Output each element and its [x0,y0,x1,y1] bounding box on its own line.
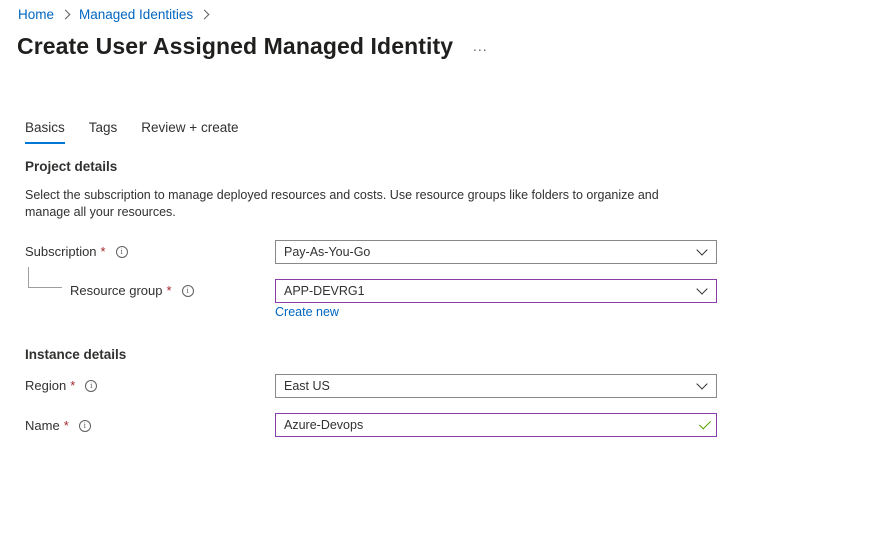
subscription-label-text: Subscription [25,244,97,259]
info-icon[interactable]: i [115,245,128,258]
tab-review-create[interactable]: Review + create [141,120,238,144]
chevron-right-icon [60,9,71,20]
resource-group-dropdown[interactable]: APP-DEVRG1 [275,279,717,303]
region-dropdown[interactable]: East US [275,374,717,398]
region-value: East US [284,379,330,393]
tab-tags[interactable]: Tags [89,120,118,144]
ellipsis-icon[interactable]: ... [473,38,488,54]
required-asterisk: * [70,378,76,393]
project-details-description: Select the subscription to manage deploy… [25,188,659,219]
chevron-right-icon [199,9,210,20]
subscription-dropdown[interactable]: Pay-As-You-Go [275,240,717,264]
region-label-text: Region [25,378,67,393]
breadcrumb: Home Managed Identities [18,7,218,22]
create-new-resource-group-link[interactable]: Create new [275,305,339,319]
chevron-down-icon [696,244,708,256]
project-details-heading: Project details [25,159,118,174]
name-label: Name * i [25,418,91,433]
page-title: Create User Assigned Managed Identity [17,33,454,59]
info-icon[interactable]: i [85,379,98,392]
tab-bar: Basics Tags Review + create [25,120,262,144]
required-asterisk: * [166,283,172,298]
breadcrumb-home[interactable]: Home [18,7,54,22]
info-icon[interactable]: i [78,419,91,432]
instance-details-heading: Instance details [25,347,127,362]
name-label-text: Name [25,418,60,433]
region-label: Region * i [25,378,98,393]
subscription-label: Subscription * i [25,244,128,259]
subscription-value: Pay-As-You-Go [284,245,371,259]
chevron-down-icon [696,283,708,295]
name-input[interactable]: Azure-Devops [275,413,717,437]
chevron-down-icon [696,378,708,390]
required-asterisk: * [100,244,106,259]
tree-connector-line [28,267,62,288]
create-managed-identity-page: Home Managed Identities Create User Assi… [0,0,893,533]
required-asterisk: * [63,418,69,433]
breadcrumb-managed-identities[interactable]: Managed Identities [79,7,193,22]
info-icon[interactable]: i [181,284,194,297]
resource-group-label-text: Resource group [70,283,163,298]
resource-group-value: APP-DEVRG1 [284,284,365,298]
resource-group-label: Resource group * i [70,283,194,298]
name-value: Azure-Devops [284,418,364,432]
tab-basics[interactable]: Basics [25,120,65,144]
